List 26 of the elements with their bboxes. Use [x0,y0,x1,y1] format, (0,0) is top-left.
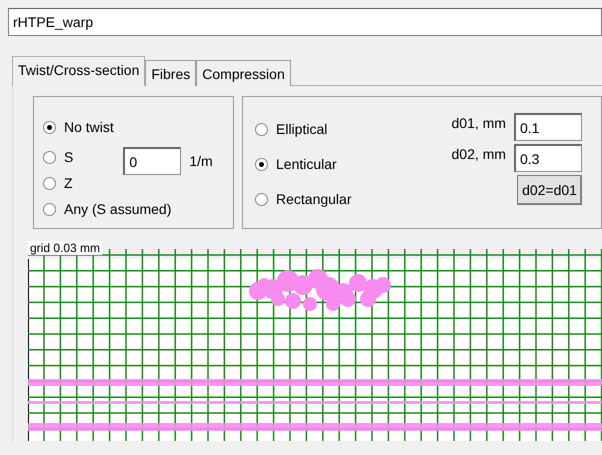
tab[interactable]: Fibres [145,60,196,86]
tab[interactable]: Compression [196,60,291,86]
field-label: d02, mm [452,145,506,164]
radio-label[interactable]: Z [64,173,73,194]
radio-button[interactable] [43,203,56,216]
value-field[interactable]: 0.1 [514,113,582,141]
radio-button[interactable] [43,177,56,190]
radio-label[interactable]: Rectangular [276,189,352,210]
grid-label: grid 0.03 mm [28,241,102,255]
radio-button[interactable] [255,193,268,206]
radio-label[interactable]: S [64,147,74,168]
radio-label[interactable]: Lenticular [276,154,337,175]
radio-button[interactable] [255,123,268,136]
field-label: d01, mm [452,114,506,133]
name-field[interactable]: rHTPE_warp [8,8,602,36]
radio-label[interactable]: No twist [64,117,114,138]
unit-label: 1/m [189,152,213,170]
radio-label[interactable]: Any (S assumed) [64,199,172,220]
radio-label[interactable]: Elliptical [276,119,328,140]
twist-field[interactable]: 0 [123,147,182,175]
radio-button[interactable] [43,121,56,134]
radio-button[interactable] [255,158,268,171]
d02-button[interactable]: d02=d01 [517,175,582,205]
tab[interactable]: Twist/Cross-section [12,56,146,86]
value-field[interactable]: 0.3 [514,144,582,172]
radio-button[interactable] [43,151,56,164]
